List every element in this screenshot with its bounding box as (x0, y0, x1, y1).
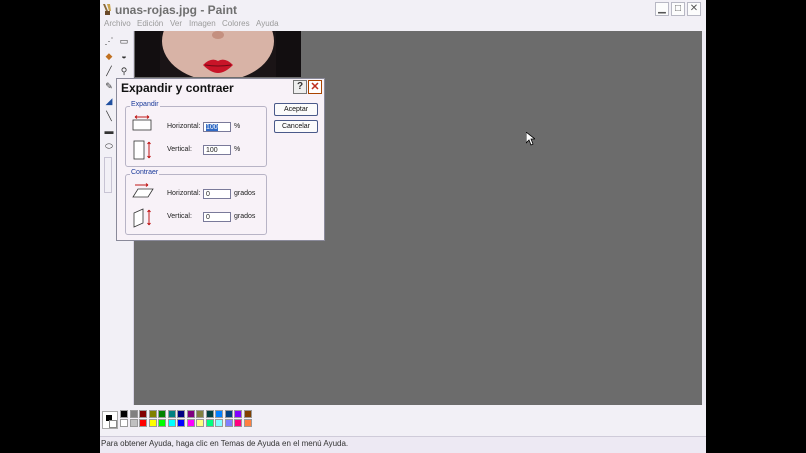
tool-options-box[interactable] (104, 157, 112, 193)
expand-vertical-unit: % (234, 146, 241, 153)
contract-group-label: Contraer (130, 169, 160, 176)
magnifier-icon[interactable]: ⚲ (118, 65, 130, 77)
pencil-icon[interactable]: ✎ (103, 80, 115, 92)
palette-swatch[interactable] (129, 410, 138, 418)
palette-swatch[interactable] (129, 419, 138, 427)
palette-swatch[interactable] (215, 419, 223, 427)
line-icon[interactable]: ╲ (103, 110, 115, 122)
brush-icon[interactable]: ◢ (103, 95, 115, 107)
accept-button[interactable]: Aceptar (274, 103, 318, 116)
color-picker-icon[interactable]: ╱ (103, 65, 115, 77)
menu-bar: Archivo Edición Ver Imagen Colores Ayuda (100, 19, 706, 31)
palette-swatch[interactable] (186, 419, 195, 427)
expand-horizontal-input[interactable]: 100 (203, 122, 231, 132)
palette-swatch[interactable] (167, 410, 176, 418)
palette-swatch[interactable] (234, 410, 242, 418)
contract-horizontal-input[interactable]: 0 (203, 189, 231, 199)
palette-swatch[interactable] (205, 419, 214, 427)
status-bar: Para obtener Ayuda, haga clic en Temas d… (100, 436, 706, 453)
fill-bucket-icon[interactable]: ◒ (118, 50, 130, 62)
close-icon: ✕ (689, 3, 699, 14)
maximize-icon: □ (674, 3, 682, 14)
menu-ver[interactable]: Ver (170, 19, 182, 28)
cancel-button[interactable]: Cancelar (274, 120, 318, 133)
skew-horizontal-icon (132, 183, 154, 198)
stretch-horizontal-icon (132, 115, 152, 131)
expand-vertical-label: Vertical: (167, 146, 192, 153)
minimize-icon: ▁ (658, 3, 666, 14)
paint-app-icon (103, 4, 111, 15)
contract-vertical-input[interactable]: 0 (203, 212, 231, 222)
expand-horizontal-label: Horizontal: (167, 123, 201, 130)
contract-vertical-unit: grados (234, 213, 256, 220)
minimize-button[interactable]: ▁ (655, 2, 669, 16)
palette-swatch[interactable] (224, 419, 233, 427)
palette-swatch[interactable] (243, 419, 252, 427)
expand-vertical-input[interactable]: 100 (203, 145, 231, 155)
palette-swatch[interactable] (139, 410, 147, 418)
menu-ayuda[interactable]: Ayuda (256, 19, 279, 28)
menu-imagen[interactable]: Imagen (189, 19, 216, 28)
palette-swatch[interactable] (215, 410, 223, 418)
close-button[interactable]: ✕ (687, 2, 701, 16)
stretch-skew-dialog: Expandir y contraer ? ✕ Expandir Horizon… (116, 78, 325, 241)
photo-image (135, 31, 301, 77)
palette-swatch[interactable] (243, 410, 252, 418)
window-title: unas-rojas.jpg - Paint (115, 3, 238, 17)
contract-group: Contraer Horizontal: 0 grados Vertical: … (125, 169, 267, 235)
palette-swatch[interactable] (120, 419, 128, 427)
palette-swatch[interactable] (205, 410, 214, 418)
title-bar[interactable]: unas-rojas.jpg - Paint ▁ □ ✕ (100, 0, 706, 20)
menu-colores[interactable]: Colores (222, 19, 250, 28)
palette-swatch[interactable] (120, 410, 128, 418)
rectangle-icon[interactable]: ▬ (103, 125, 115, 137)
palette-swatch[interactable] (196, 410, 204, 418)
ellipse-icon[interactable]: ⬭ (103, 140, 115, 152)
expand-horizontal-unit: % (234, 123, 241, 130)
menu-edicion[interactable]: Edición (137, 19, 163, 28)
skew-vertical-icon (133, 208, 151, 228)
palette-swatch[interactable] (196, 419, 204, 427)
palette-swatch[interactable] (148, 410, 157, 418)
palette-swatch[interactable] (186, 410, 195, 418)
menu-archivo[interactable]: Archivo (104, 19, 131, 28)
close-icon: ✕ (310, 81, 320, 93)
palette-swatch[interactable] (224, 410, 233, 418)
expand-group: Expandir Horizontal: 100 % Vertical: 100… (125, 101, 267, 167)
mouse-cursor-icon (526, 132, 535, 146)
rect-select-icon[interactable]: ▭ (118, 35, 130, 47)
palette-swatch[interactable] (139, 419, 147, 427)
contract-horizontal-label: Horizontal: (167, 190, 201, 197)
help-button[interactable]: ? (293, 80, 307, 94)
dialog-title: Expandir y contraer (121, 81, 234, 95)
current-colors[interactable] (102, 411, 118, 429)
maximize-button[interactable]: □ (671, 2, 685, 16)
background-color (109, 420, 117, 428)
question-icon: ? (296, 81, 304, 92)
free-select-icon[interactable]: ⋰ (103, 35, 115, 47)
dialog-close-button[interactable]: ✕ (308, 80, 322, 94)
palette-swatch[interactable] (177, 419, 185, 427)
status-text: Para obtener Ayuda, haga clic en Temas d… (101, 439, 349, 448)
palette-swatch[interactable] (177, 410, 185, 418)
palette-swatch[interactable] (148, 419, 157, 427)
expand-group-label: Expandir (130, 101, 160, 108)
contract-vertical-label: Vertical: (167, 213, 192, 220)
palette-swatch[interactable] (158, 419, 166, 427)
vertical-scrollbar[interactable] (702, 31, 706, 405)
eraser-icon[interactable]: ◆ (103, 50, 115, 62)
color-palette (100, 405, 706, 436)
palette-swatch[interactable] (167, 419, 176, 427)
palette-swatch[interactable] (234, 419, 242, 427)
contract-horizontal-unit: grados (234, 190, 256, 197)
palette-swatch[interactable] (158, 410, 166, 418)
stretch-vertical-icon (133, 140, 151, 160)
